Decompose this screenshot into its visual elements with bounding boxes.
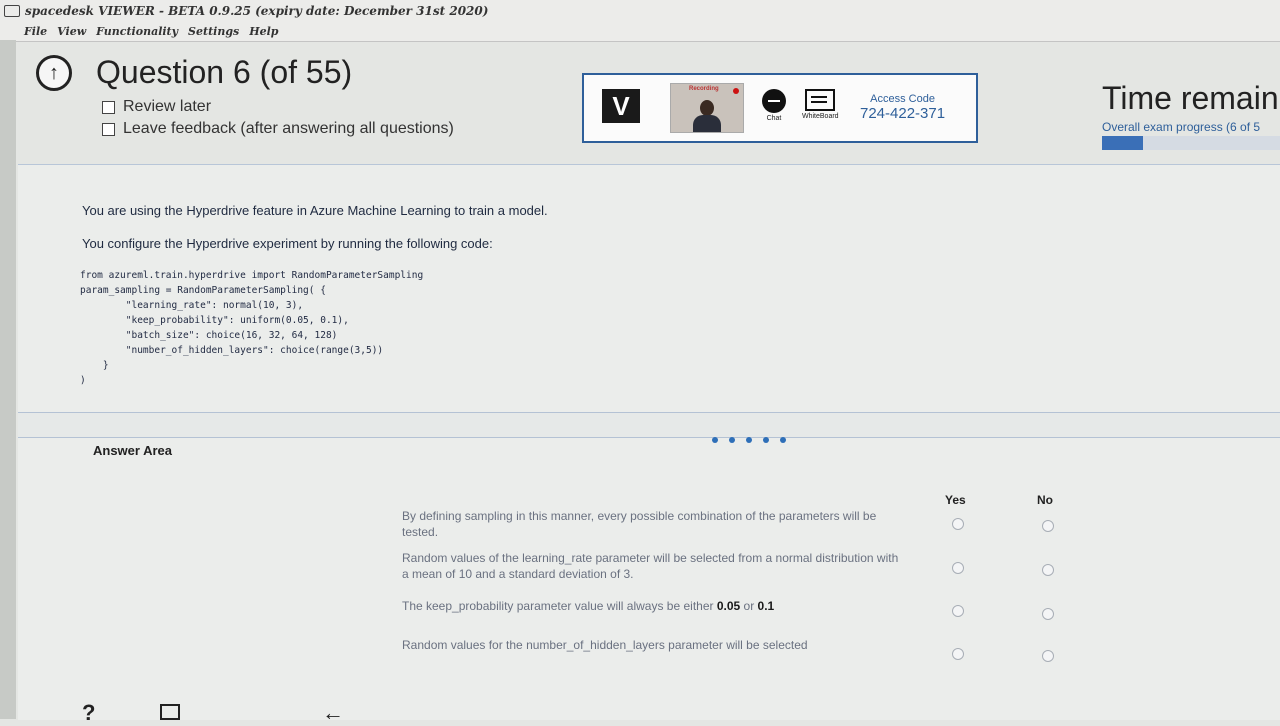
whiteboard-icon bbox=[805, 89, 836, 111]
back-arrow-button[interactable]: ↑ bbox=[36, 55, 72, 91]
review-later-option[interactable]: Review later bbox=[102, 98, 211, 116]
whiteboard-button[interactable]: WhiteBoard bbox=[802, 89, 839, 120]
leave-feedback-label: Leave feedback (after answering all ques… bbox=[123, 120, 454, 137]
menu-functionality[interactable]: Functionality bbox=[96, 25, 178, 38]
statement-4: Random values for the number_of_hidden_l… bbox=[402, 638, 808, 652]
statement-2: Random values of the learning_rate param… bbox=[402, 551, 899, 581]
proctor-panel: V Recording Chat WhiteBoard Access Code … bbox=[582, 73, 978, 143]
statement-1-no-radio[interactable] bbox=[1042, 520, 1054, 532]
menu-file[interactable]: File bbox=[24, 25, 47, 38]
splitter-dot bbox=[763, 437, 769, 443]
splitter-handle[interactable] bbox=[712, 437, 786, 443]
statement-3-mid: or bbox=[740, 599, 758, 613]
person-head bbox=[700, 100, 714, 116]
access-code-block: Access Code 724-422-371 bbox=[860, 93, 945, 122]
menu-view[interactable]: View bbox=[57, 25, 86, 38]
question-title: Question 6 (of 55) bbox=[96, 54, 353, 90]
chat-button[interactable]: Chat bbox=[762, 89, 786, 122]
statement-2-yes-radio[interactable] bbox=[952, 562, 964, 574]
back-arrow-icon: ↑ bbox=[49, 61, 59, 84]
chat-label: Chat bbox=[766, 115, 782, 122]
yes-column-header: Yes bbox=[945, 493, 966, 507]
window-title: spacedesk VIEWER - BETA 0.9.25 (expiry d… bbox=[25, 4, 489, 18]
window-titlebar: spacedesk VIEWER - BETA 0.9.25 (expiry d… bbox=[0, 0, 1280, 22]
leave-feedback-checkbox[interactable] bbox=[102, 122, 115, 136]
statement-4-yes-radio[interactable] bbox=[952, 648, 964, 660]
no-column-header: No bbox=[1037, 493, 1053, 507]
statement-2-no-radio[interactable] bbox=[1042, 564, 1054, 576]
statement-1: By defining sampling in this manner, eve… bbox=[402, 509, 877, 539]
exam-progress-label: Overall exam progress (6 of 5 bbox=[1102, 120, 1261, 134]
time-remaining-title: Time remain bbox=[1102, 80, 1279, 116]
splitter-dot bbox=[780, 437, 786, 443]
whiteboard-label: WhiteBoard bbox=[802, 113, 839, 120]
statement-1-yes-radio[interactable] bbox=[952, 518, 964, 530]
webcam-preview: Recording bbox=[670, 83, 744, 133]
statement-3-value-1: 0.05 bbox=[716, 599, 741, 613]
help-icon[interactable]: ? bbox=[82, 700, 95, 726]
statement-3: The keep_probability parameter value wil… bbox=[402, 598, 902, 614]
answer-area-title: Answer Area bbox=[93, 443, 172, 458]
access-code-value: 724-422-371 bbox=[860, 105, 946, 122]
code-block: from azureml.train.hyperdrive import Ran… bbox=[80, 270, 424, 386]
review-later-label: Review later bbox=[123, 98, 212, 115]
question-intro-2: You configure the Hyperdrive experiment … bbox=[82, 236, 493, 251]
statement-3-prefix: The keep_probability parameter value wil… bbox=[402, 599, 717, 613]
review-later-checkbox[interactable] bbox=[102, 100, 115, 114]
calculator-icon[interactable] bbox=[160, 704, 180, 720]
menu-help[interactable]: Help bbox=[249, 25, 278, 38]
chat-icon bbox=[762, 89, 786, 113]
splitter-dot bbox=[729, 437, 735, 443]
statement-3-value-2: 0.1 bbox=[757, 599, 775, 613]
splitter-dot bbox=[746, 437, 752, 443]
person-body bbox=[693, 115, 721, 132]
left-margin bbox=[0, 40, 16, 719]
recording-label: Recording bbox=[689, 86, 719, 92]
recording-dot-icon bbox=[733, 88, 739, 94]
question-intro-1: You are using the Hyperdrive feature in … bbox=[82, 203, 548, 218]
statement-3-no-radio[interactable] bbox=[1042, 608, 1054, 620]
access-code-label: Access Code bbox=[870, 93, 935, 105]
leave-feedback-option[interactable]: Leave feedback (after answering all ques… bbox=[102, 120, 454, 138]
back-arrow-icon[interactable]: ← bbox=[322, 700, 344, 726]
splitter-bar[interactable] bbox=[18, 412, 1280, 438]
proctor-logo: V bbox=[602, 89, 640, 123]
splitter-dot bbox=[712, 437, 718, 443]
monitor-icon bbox=[4, 5, 20, 17]
menu-settings[interactable]: Settings bbox=[188, 25, 239, 38]
exam-progress-fill bbox=[1102, 136, 1143, 150]
menu-bar: File View Functionality Settings Help bbox=[0, 22, 1280, 42]
statement-3-yes-radio[interactable] bbox=[952, 605, 964, 617]
statement-4-no-radio[interactable] bbox=[1042, 650, 1054, 662]
exam-progress-bar bbox=[1102, 136, 1280, 150]
